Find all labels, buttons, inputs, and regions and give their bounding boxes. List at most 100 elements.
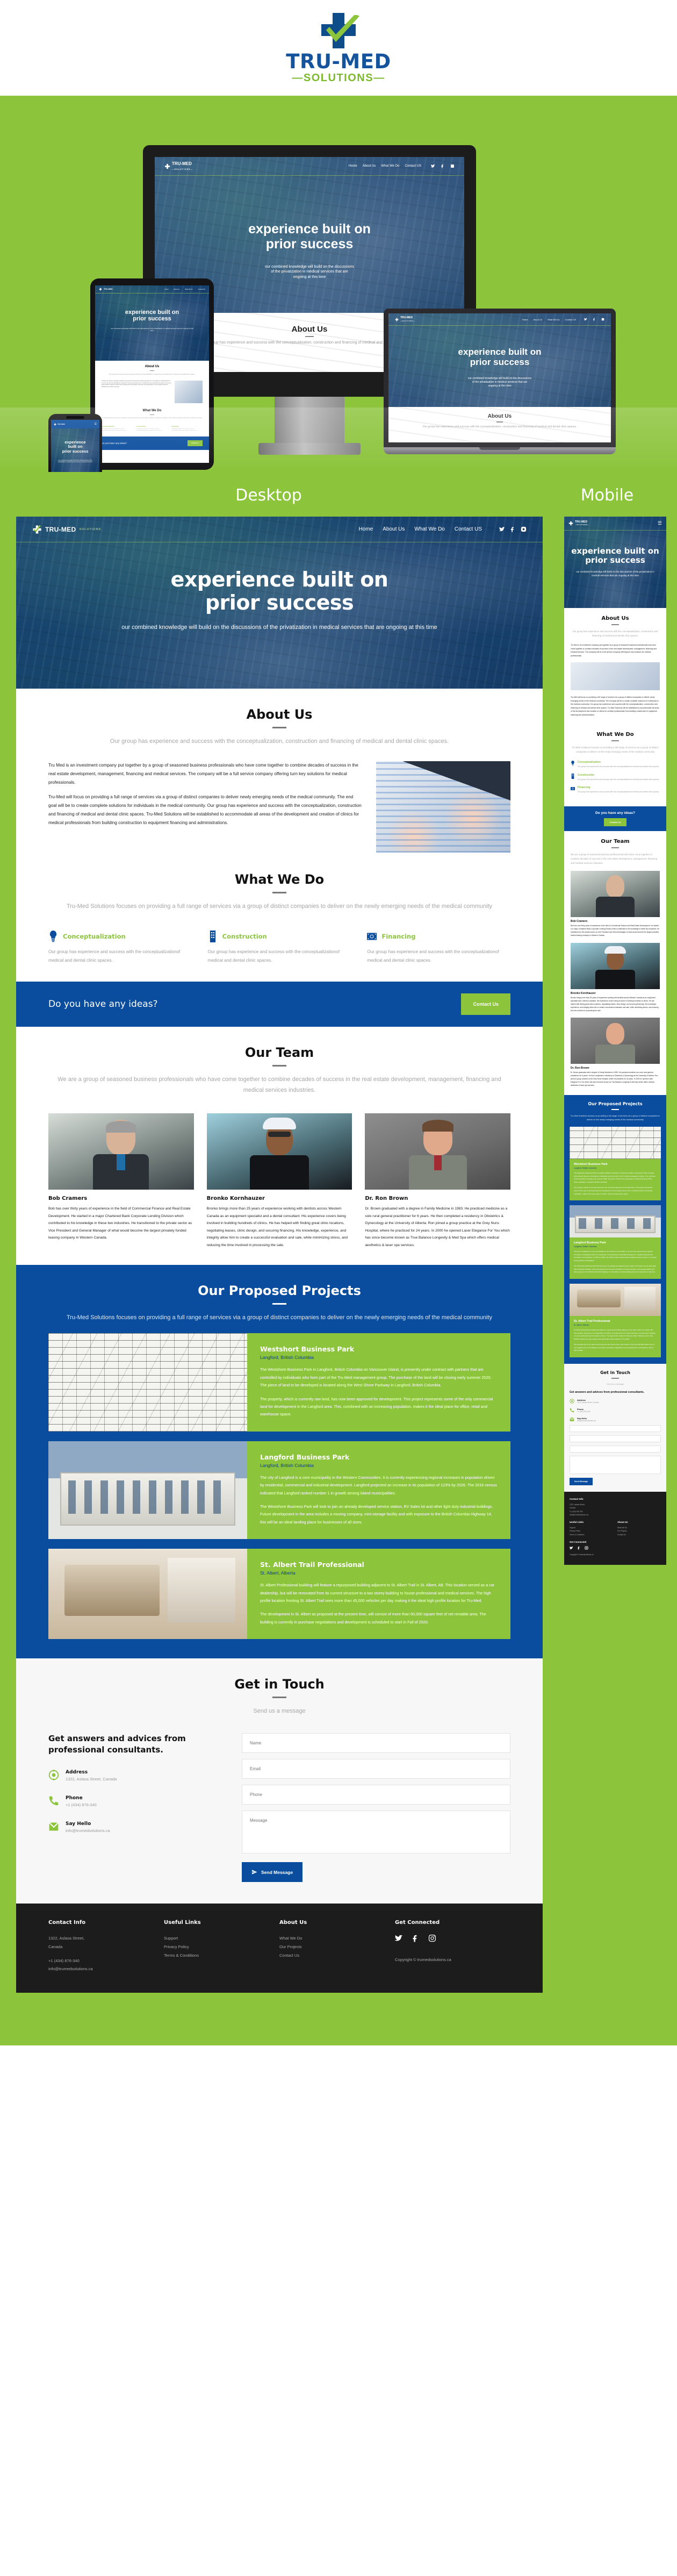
- mobile-project-card: Langford Business Park Langford, British…: [570, 1205, 661, 1279]
- cta-contact-button[interactable]: Contact Us: [461, 993, 510, 1015]
- mobile-footer-link[interactable]: Terms & Conditions: [570, 1533, 613, 1536]
- cross-icon: [164, 163, 170, 169]
- mobile-team-member: Bob Cramers Bob has over thirty years of…: [571, 871, 660, 938]
- nav-link-about-us[interactable]: About Us: [383, 526, 405, 532]
- mobile-project-card: Westshort Business Park Langford, Britis…: [570, 1127, 661, 1201]
- mobile-contact-left-title: Get answers and advices from professiona…: [570, 1390, 645, 1394]
- footer-column-contact-info: Contact Info 1322, Aslasa Street, Canada…: [48, 1920, 164, 1973]
- facebook-icon[interactable]: [412, 1934, 420, 1942]
- mobile-project-paragraph: The Westshore Business Park in Langford,…: [574, 1172, 656, 1183]
- mobile-message-input[interactable]: [570, 1456, 661, 1475]
- team-member-photo: [365, 1113, 511, 1190]
- mail-icon: [48, 1822, 59, 1831]
- instagram-icon[interactable]: [585, 1546, 588, 1550]
- mobile-about-paragraph-1: Tru Med is an investment company put tog…: [571, 644, 657, 657]
- name-input[interactable]: [242, 1733, 510, 1754]
- hero-title-line1: experience built on: [170, 568, 388, 591]
- hero-subtitle: our combined knowledge will build on the…: [121, 624, 437, 631]
- phone-icon: [49, 1796, 59, 1806]
- hero-title: experience built on prior success: [16, 568, 543, 614]
- facebook-icon[interactable]: [510, 526, 516, 532]
- mobile-email-input[interactable]: [570, 1435, 661, 1443]
- about-lead: Our group has experience and success wit…: [110, 738, 449, 745]
- mobile-contact-heading: Get in Touch: [600, 1370, 630, 1375]
- team-member-bio: Bob has over thirty years of experience …: [48, 1207, 192, 1240]
- facebook-icon[interactable]: [577, 1546, 581, 1550]
- lightbulb-icon: [571, 761, 574, 766]
- hamburger-menu-icon[interactable]: ☰: [658, 521, 662, 526]
- mobile-hero-subtitle: our combined knowledge will build on the…: [576, 570, 654, 577]
- mobile-send-message-button[interactable]: Send Message: [570, 1478, 593, 1486]
- mobile-footer: Contact Info 1322, Aslasa Street, Canada…: [564, 1492, 666, 1565]
- mobile-project-image: [570, 1127, 661, 1160]
- mobile-name-input[interactable]: [570, 1425, 661, 1433]
- instagram-icon[interactable]: [428, 1934, 436, 1942]
- desktop-preview: TRU-MED SOLUTIONS Home About Us What We …: [16, 517, 543, 1993]
- building-icon: [571, 773, 574, 779]
- team-member-card: Bronko Kornhauzer Bronko brings more tha…: [206, 1113, 352, 1249]
- mobile-about-lead: Our group has experience and success wit…: [572, 630, 658, 638]
- contact-left-title: Get answers and advices from professiona…: [48, 1734, 186, 1755]
- mobile-footer-link[interactable]: Contact Us: [617, 1533, 661, 1536]
- projects-lead: Tru-Med Solutions focuses on providing a…: [67, 1314, 492, 1321]
- mobile-project-title: Langford Business Park: [574, 1241, 606, 1245]
- mobile-about-image: [571, 662, 660, 691]
- wwd-card-text: Our group has experience and success wit…: [48, 949, 181, 963]
- team-member-photo: [206, 1113, 352, 1190]
- footer-link-our-projects[interactable]: Our Projects: [279, 1943, 395, 1951]
- instagram-icon[interactable]: [521, 526, 527, 532]
- twitter-icon[interactable]: [570, 1546, 573, 1550]
- hero-content: experience built on prior success our com…: [16, 568, 543, 633]
- email-input[interactable]: [242, 1759, 510, 1779]
- divider: [272, 1303, 286, 1305]
- divider: [272, 1064, 286, 1067]
- contact-lead: Send us a message: [253, 1708, 306, 1715]
- mobile-wwd-card-financing: Financing Our group has experience and s…: [571, 786, 660, 793]
- mobile-footer-line: info@trumedsolutions.ca: [570, 1513, 589, 1516]
- footer-link-contact-us[interactable]: Contact Us: [279, 1951, 395, 1960]
- project-title: Langford Business Park: [260, 1452, 350, 1461]
- mobile-footer-title: About Us: [617, 1521, 628, 1524]
- navbar-logo[interactable]: TRU-MED SOLUTIONS: [32, 525, 101, 534]
- mobile-phone-input[interactable]: [570, 1446, 661, 1453]
- project-paragraph: The property, which is currently raw lan…: [260, 1396, 493, 1417]
- preview-labels: Desktop Mobile: [0, 472, 677, 517]
- message-input[interactable]: [242, 1811, 510, 1854]
- twitter-icon[interactable]: [395, 1934, 403, 1942]
- mobile-wwd-text: Our group has experience and success wit…: [578, 778, 660, 781]
- project-card: Westshort Business Park Langford, Britis…: [48, 1333, 510, 1432]
- footer-link-what-we-do[interactable]: What We Do: [279, 1934, 395, 1943]
- send-message-button[interactable]: Send Message: [242, 1862, 303, 1883]
- projects-heading: Our Proposed Projects: [198, 1283, 361, 1299]
- wwd-card-conceptualization: Conceptualization Our group has experien…: [48, 930, 192, 965]
- twitter-icon[interactable]: [499, 526, 505, 532]
- phone-input[interactable]: [242, 1785, 510, 1805]
- mobile-team-member: Dr. Ron Brown Dr. Brown graduated with a…: [571, 1018, 660, 1087]
- mobile-contact-value: 1322, Aslasa Street, Canada: [577, 1401, 599, 1404]
- project-card: Langford Business Park Langford, British…: [48, 1441, 510, 1540]
- mobile-wwd-card-construction: Construction Our group has experience an…: [571, 773, 660, 781]
- footer-link-privacy-policy[interactable]: Privacy Policy: [164, 1943, 279, 1951]
- mobile-wwd-lead: Tru-Med Solutions focuses on providing a…: [572, 746, 659, 754]
- mobile-what-we-do-section: What We Do Tru-Med Solutions focuses on …: [564, 724, 666, 806]
- contact-info-address: Address 1322, Aslasa Street, Canada: [48, 1770, 220, 1781]
- cross-icon: [32, 525, 42, 534]
- contact-info-label: Say Hello: [66, 1821, 91, 1827]
- nav-link-what-we-do[interactable]: What We Do: [414, 526, 445, 532]
- mobile-cta-button[interactable]: Contact Us: [604, 818, 626, 826]
- mobile-logo[interactable]: TRU-MED —SOLUTIONS—: [568, 520, 589, 526]
- divider: [272, 1697, 286, 1699]
- mobile-wwd-text: Our group has experience and success wit…: [578, 791, 660, 793]
- mobile-footer-title: Useful Links: [570, 1521, 584, 1524]
- footer-link-support[interactable]: Support: [164, 1934, 279, 1943]
- project-location: Langford, British Columbia: [260, 1355, 314, 1361]
- navbar-brand-name: TRU-MED: [45, 525, 76, 533]
- mobile-project-title: Westshort Business Park: [574, 1163, 608, 1167]
- footer-link-terms[interactable]: Terms & Conditions: [164, 1951, 279, 1960]
- medical-cross-check-icon: [315, 12, 362, 49]
- mobile-wwd-heading: What We Do: [596, 732, 634, 738]
- label-desktop: Desktop: [235, 486, 302, 505]
- logo[interactable]: TRU-MED —SOLUTIONS—: [286, 12, 391, 84]
- nav-link-contact-us[interactable]: Contact US: [455, 526, 482, 532]
- nav-link-home[interactable]: Home: [359, 526, 373, 532]
